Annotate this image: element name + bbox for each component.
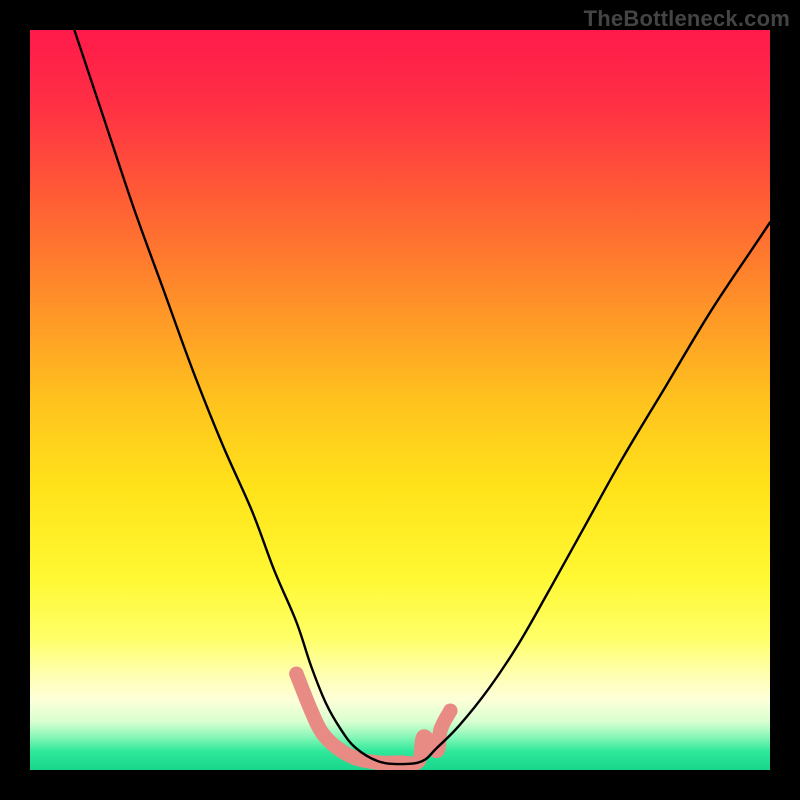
salmon-marker [443,704,457,718]
watermark-text: TheBottleneck.com [584,6,790,32]
salmon-marker [330,741,344,755]
black-curve-path [74,30,770,764]
chart-curves [30,30,770,770]
salmon-marker [430,744,444,758]
salmon-marker [434,722,448,736]
salmon-marker [315,726,329,740]
salmon-marker [416,730,430,744]
chart-frame: TheBottleneck.com [0,0,800,800]
plot-area [30,30,770,770]
salmon-marker [393,755,407,769]
salmon-marker [304,704,318,718]
salmon-marker [289,667,303,681]
